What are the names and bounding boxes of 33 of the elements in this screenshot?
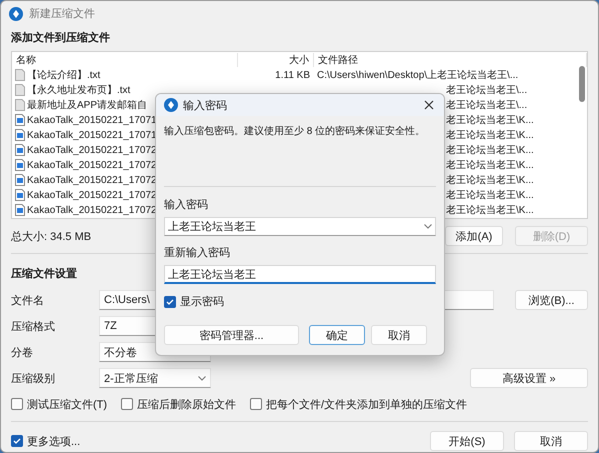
file-path: 老王论坛当老王\K...	[446, 204, 534, 218]
file-name: KakaoTalk_20150221_17071	[27, 130, 157, 141]
file-name: KakaoTalk_20150221_17072	[27, 160, 157, 171]
field-label: 压缩级别	[11, 372, 56, 386]
dialog-title: 输入密码	[183, 98, 227, 112]
file-path: C:\Users\hiwen\Desktop\上老王论坛当老王\...	[317, 68, 518, 82]
file-path: 老王论坛当老王\K...	[446, 174, 534, 188]
section-title: 添加文件到压缩文件	[11, 30, 110, 45]
file-path: 老王论坛当老王\K...	[446, 144, 534, 158]
file-name: KakaoTalk_20150221_17072	[27, 144, 157, 156]
field-label: 文件名	[11, 294, 45, 308]
field-label: 输入密码	[164, 198, 209, 212]
field-label: 压缩格式	[11, 320, 56, 334]
file-size: 1.11 KB	[274, 70, 311, 81]
file-name: 【永久地址发布页】.txt	[27, 84, 130, 98]
file-name: KakaoTalk_20150221_17072	[27, 190, 157, 201]
file-name: KakaoTalk_20150221_17072	[27, 204, 157, 216]
field-label: 分卷	[11, 346, 34, 360]
window-title: 新建压缩文件	[29, 6, 95, 21]
dialog-hint: 输入压缩包密码。建议使用至少 8 位的密码来保证安全性。	[164, 124, 426, 138]
file-path: 老王论坛当老王\...	[446, 84, 528, 98]
file-path: 老王论坛当老王\...	[446, 98, 528, 112]
file-name: KakaoTalk_20150221_17071	[27, 114, 157, 126]
file-path: 老王论坛当老王\K...	[446, 158, 534, 172]
section-title: 压缩文件设置	[11, 266, 77, 281]
file-path: 老王论坛当老王\K...	[446, 188, 534, 202]
file-path: 老王论坛当老王\K...	[446, 128, 534, 142]
field-label: 重新输入密码	[164, 246, 231, 260]
file-name: 【论坛介绍】.txt	[27, 68, 100, 82]
file-name: 最新地址及APP请发邮箱自	[27, 98, 148, 112]
file-path: 老王论坛当老王\K...	[446, 114, 534, 128]
file-name: KakaoTalk_20150221_17072	[27, 174, 157, 186]
total-size: 总大小: 34.5 MB	[11, 230, 92, 244]
